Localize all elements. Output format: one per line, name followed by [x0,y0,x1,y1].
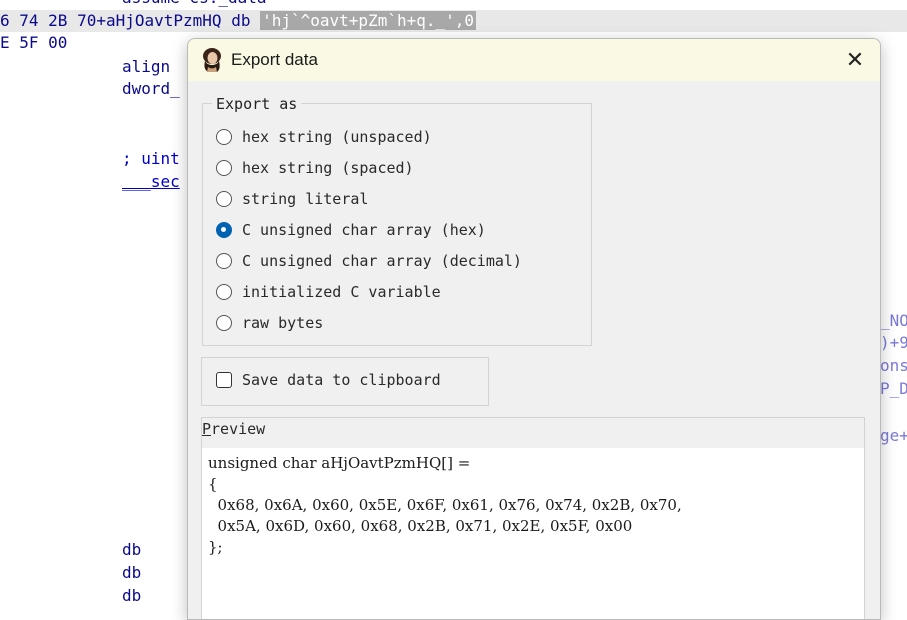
radio-c-array-hex[interactable]: C unsigned char array (hex) [216,218,486,242]
radio-button[interactable] [216,315,232,331]
preview-line: }; [208,538,223,556]
preview-line: { [208,475,218,493]
radio-button-selected[interactable] [216,222,232,238]
partial-line: assume cs:_data [122,0,267,8]
radio-label: hex string (spaced) [242,159,414,177]
string-literal-value[interactable]: 'hj`^oavt+pZm`h+q._',0 [260,11,477,30]
radio-string-literal[interactable]: string literal [216,187,368,211]
db-directive-3: db [122,586,142,605]
preview-label: Preview [202,420,265,438]
radio-button[interactable] [216,191,232,207]
close-icon: ✕ [845,47,865,73]
radio-initialized-c-variable[interactable]: initialized C variable [216,280,441,304]
comment-line: ; uint [122,149,180,168]
radio-button[interactable] [216,129,232,145]
preview-panel: Preview unsigned char aHjOavtPzmHQ[] = { … [201,417,865,619]
bytes-line: E 5F 00 [0,33,68,52]
db-directive-1: db [122,540,142,559]
data-line[interactable]: 6 74 2B 70+aHjOavtPzmHQ db 'hj`^oavt+pZm… [0,11,477,31]
preview-label-rest: review [211,420,266,438]
radio-button[interactable] [216,253,232,269]
export-as-label: Export as [212,95,302,113]
radio-button[interactable] [216,160,232,176]
right-fragment-5: ge+ [880,426,907,445]
dialog-title: Export data [231,50,318,69]
radio-label: raw bytes [242,314,324,332]
preview-label-accelerator: P [202,420,212,438]
export-data-dialog: Export data ✕ Export as hex string (unsp… [187,38,881,620]
radio-hex-spaced[interactable]: hex string (spaced) [216,156,414,180]
right-fragment-1: _NO [880,311,907,330]
db-directive-2: db [122,563,142,582]
preview-text-area[interactable]: unsigned char aHjOavtPzmHQ[] = { 0x68, 0x… [202,448,864,619]
dword-label[interactable]: dword_ [122,79,180,99]
right-fragment-2: )+9 [880,333,907,352]
radio-hex-unspaced[interactable]: hex string (unspaced) [216,125,432,149]
radio-raw-bytes[interactable]: raw bytes [216,311,323,335]
align-directive: align [122,57,171,76]
right-fragment-4: P_D [880,379,907,398]
export-as-group: Export as hex string (unspaced) hex stri… [202,95,592,346]
preview-line: unsigned char aHjOavtPzmHQ[] = [208,454,471,472]
right-fragment-3: ons [880,356,907,375]
dialog-titlebar[interactable]: Export data ✕ [188,39,880,81]
save-to-clipboard-label: Save data to clipboard [242,371,441,389]
radio-label: initialized C variable [242,283,441,301]
radio-c-array-decimal[interactable]: C unsigned char array (decimal) [216,249,522,273]
data-line-prefix: 6 74 2B 70+aHjOavtPzmHQ db [0,11,261,30]
save-to-clipboard-checkbox-row[interactable]: Save data to clipboard [216,371,441,389]
preview-line: 0x5A, 0x6D, 0x60, 0x68, 0x2B, 0x71, 0x2E… [208,517,633,535]
radio-label: C unsigned char array (decimal) [242,252,522,270]
radio-label: C unsigned char array (hex) [242,221,486,239]
sec-label[interactable]: ___sec [122,172,180,192]
save-to-clipboard-checkbox[interactable] [216,372,232,388]
preview-line: 0x68, 0x6A, 0x60, 0x5E, 0x6F, 0x61, 0x76… [208,496,682,514]
radio-label: string literal [242,190,369,208]
radio-label: hex string (unspaced) [242,128,432,146]
close-button[interactable]: ✕ [830,39,880,81]
app-logo-icon [203,48,221,72]
radio-button[interactable] [216,284,232,300]
clipboard-group: Save data to clipboard [201,357,489,406]
